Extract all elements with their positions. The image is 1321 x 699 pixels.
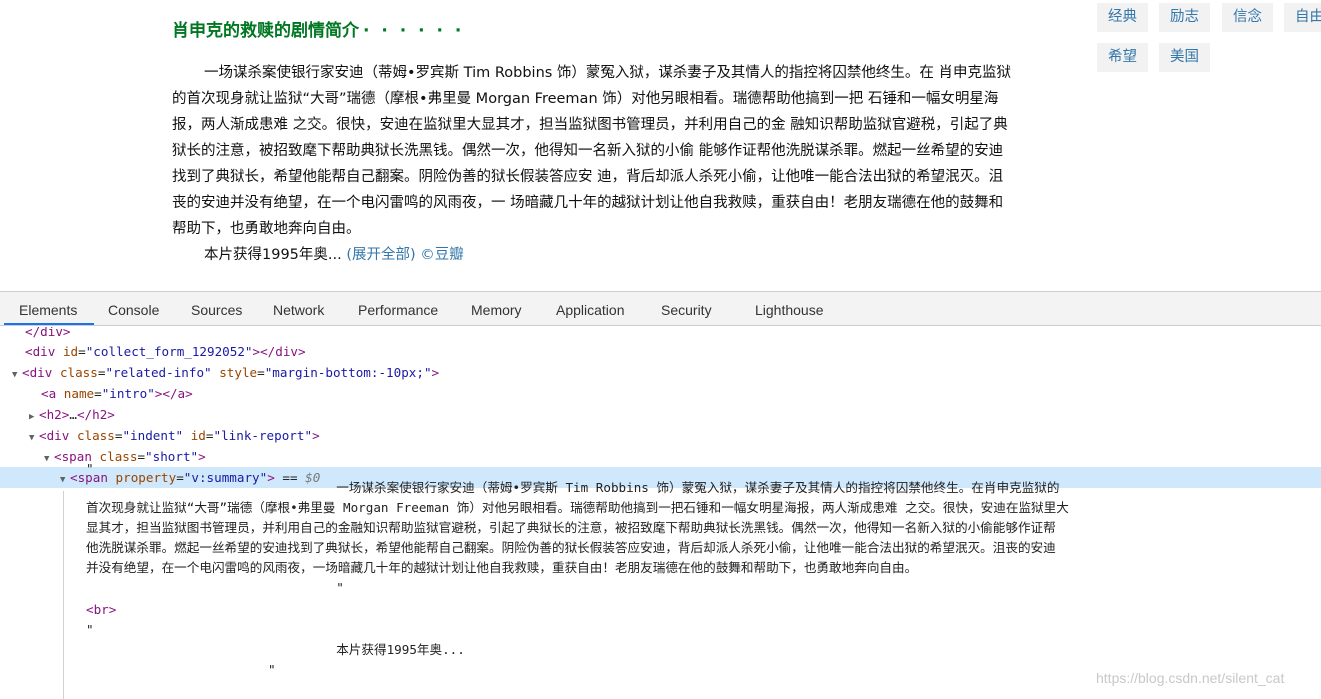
tab-lighthouse[interactable]: Lighthouse: [755, 292, 824, 326]
copyright-link[interactable]: ©豆瓣: [420, 247, 464, 263]
intro-title: 肖申克的救赎的剧情简介: [172, 21, 359, 41]
dom-node-close-div[interactable]: </div>: [0, 327, 1321, 342]
intro-truncated: 本片获得1995年奥...: [204, 247, 342, 263]
intro-heading: 肖申克的救赎的剧情简介 · · · · · ·: [172, 16, 464, 41]
tag-hope[interactable]: 希望: [1097, 43, 1148, 72]
attr-value: "related-info": [105, 365, 212, 380]
intro-summary: 一场谋杀案使银行家安迪（蒂姆•罗宾斯 Tim Robbins 饰）蒙冤入狱，谋杀…: [172, 60, 1014, 268]
br-node[interactable]: <br>: [86, 600, 1318, 620]
attr-name: class: [76, 428, 115, 443]
text-line: 并没有绝望，在一个电闪雷鸣的风雨夜，一场暗藏几十年的越狱计划让他自我救赎，重获自…: [86, 560, 918, 575]
attr-name: id: [190, 428, 206, 443]
dom-node-h2[interactable]: ▶ <h2>…</h2>: [0, 404, 1321, 425]
text-line: 首次现身就让监狱“大哥”瑞德（摩根•弗里曼 Morgan Freeman 饰）对…: [86, 500, 1069, 515]
douban-page: 肖申克的救赎的剧情简介 · · · · · · 一场谋杀案使银行家安迪（蒂姆•罗宾…: [0, 0, 1321, 291]
devtools-tab-bar: Elements Console Sources Network Perform…: [0, 292, 1321, 326]
intro-title-dots: · · · · · ·: [363, 21, 465, 41]
tab-memory[interactable]: Memory: [471, 292, 522, 326]
dom-node-collect-form[interactable]: <div id="collect_form_1292052"></div>: [0, 341, 1321, 362]
text-line: ": [86, 580, 344, 595]
tag-text: div: [29, 365, 53, 380]
tab-performance[interactable]: Performance: [358, 292, 438, 326]
text-line: 一场谋杀案使银行家安迪（蒂姆•罗宾斯 Tim Robbins 饰）蒙冤入狱，谋杀…: [86, 480, 1060, 495]
attr-value: "indent": [122, 428, 184, 443]
devtools-panel: Elements Console Sources Network Perform…: [0, 291, 1321, 699]
indent-guide: [63, 491, 64, 699]
tab-elements[interactable]: Elements: [19, 292, 77, 326]
text-line: 他洗脱谋杀罪。燃起一丝希望的安迪找到了典狱长，希望他能帮自己翻案。阴险伪善的狱长…: [86, 540, 1056, 555]
dom-node-related-info[interactable]: ▼ <div class="related-info" style="margin…: [0, 362, 1321, 383]
tag-text: div: [32, 344, 56, 359]
tag-belief[interactable]: 信念: [1222, 3, 1273, 32]
tab-console[interactable]: Console: [108, 292, 159, 326]
attr-name: class: [59, 365, 98, 380]
tab-sources[interactable]: Sources: [191, 292, 242, 326]
tag-text: </div>: [25, 327, 71, 339]
tag-freedom[interactable]: 自由: [1284, 3, 1321, 32]
tag-usa[interactable]: 美国: [1159, 43, 1210, 72]
dom-node-indent[interactable]: ▼ <div class="indent" id="link-report">: [0, 425, 1321, 446]
tag-inspirational[interactable]: 励志: [1159, 3, 1210, 32]
active-tab-indicator: [4, 323, 94, 325]
dom-node-anchor-intro[interactable]: <a name="intro"></a>: [0, 383, 1321, 404]
attr-name: name: [63, 386, 95, 401]
tag-text: a: [48, 386, 57, 401]
attr-value: "margin-bottom:-10px;": [264, 365, 432, 380]
tab-application[interactable]: Application: [556, 292, 625, 326]
tag-text: div: [46, 428, 70, 443]
tab-security[interactable]: Security: [661, 292, 712, 326]
intro-line: 一场谋杀案使银行家安迪（蒂姆•罗宾斯 Tim Robbins 饰）蒙冤入狱，谋杀…: [204, 65, 934, 81]
attr-value: "link-report": [213, 428, 313, 443]
expand-triangle-icon[interactable]: ▼: [60, 470, 70, 491]
dom-text-node[interactable]: " 一场谋杀案使银行家安迪（蒂姆•罗宾斯 Tim Robbins 饰）蒙冤入狱，…: [86, 461, 1318, 680]
text-line: ": [86, 622, 94, 637]
text-line: ": [86, 461, 94, 476]
tag-text: h2: [46, 407, 62, 422]
text-line: 本片获得1995年奥...: [86, 642, 465, 657]
attr-name: id: [62, 344, 79, 359]
csdn-watermark: https://blog.csdn.net/silent_cat: [1096, 670, 1285, 686]
tab-network[interactable]: Network: [273, 292, 324, 326]
attr-name: style: [219, 365, 258, 380]
attr-value: "intro": [101, 386, 155, 401]
expand-all-link[interactable]: (展开全部): [346, 247, 415, 263]
attr-value: "collect_form_1292052": [85, 344, 253, 359]
text-line: 显其才，担当监狱图书管理员，并利用自己的金融知识帮助监狱官避税，引起了典狱长的注…: [86, 520, 1056, 535]
tag-classic[interactable]: 经典: [1097, 3, 1148, 32]
